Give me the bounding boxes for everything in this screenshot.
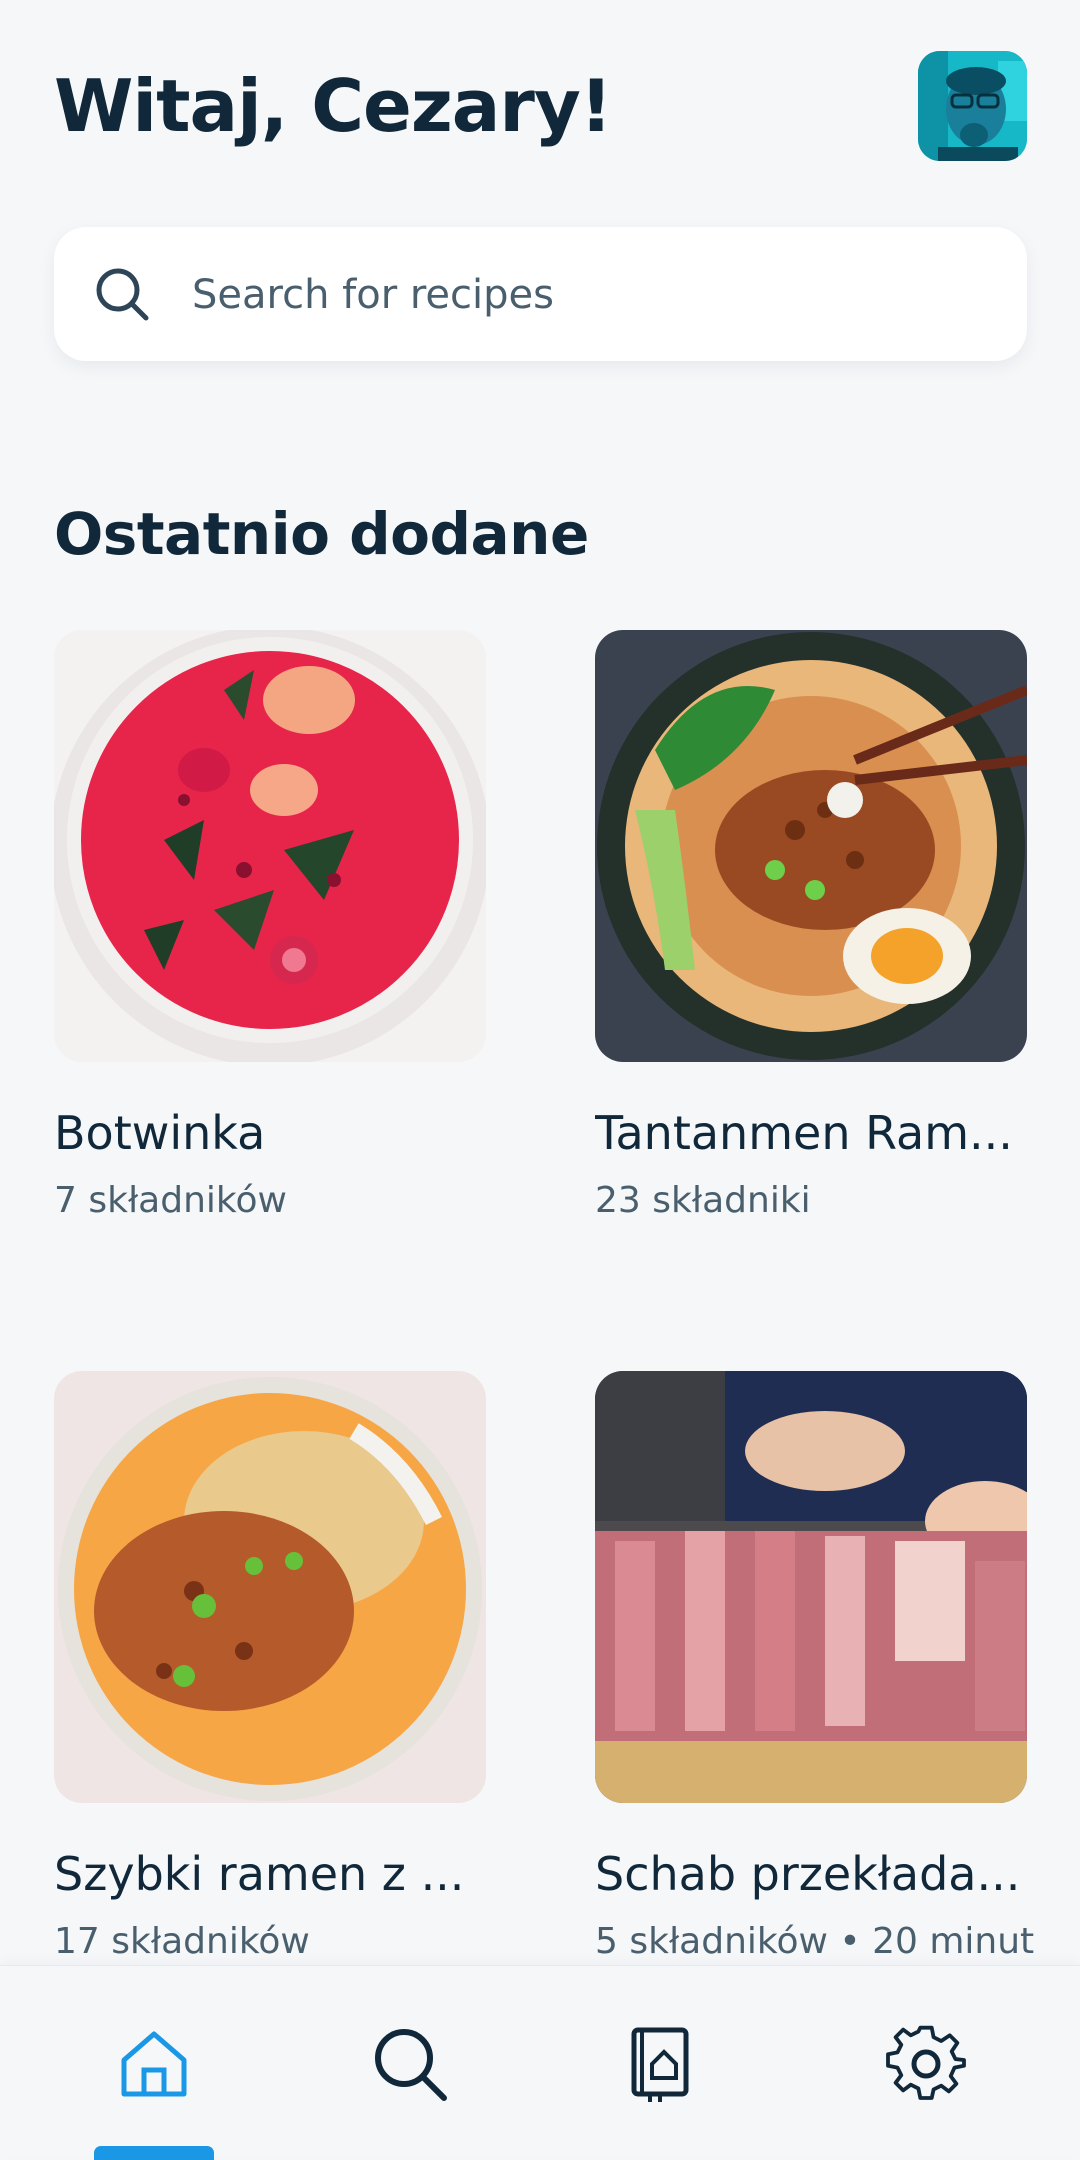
recipe-title: Botwinka	[54, 1106, 266, 1160]
search-icon	[375, 2029, 447, 2101]
recipe-image	[54, 630, 486, 1062]
nav-home[interactable]	[114, 2024, 194, 2104]
recipe-book-icon	[631, 2027, 689, 2102]
recipe-title: Schab przekłada...	[595, 1847, 1021, 1901]
active-tab-indicator	[94, 2146, 214, 2160]
search-input[interactable]	[190, 227, 974, 363]
recipe-meta: 7 składników	[54, 1180, 287, 1221]
recipe-title: Szybki ramen z ...	[54, 1847, 465, 1901]
recipe-card[interactable]: Tantanmen Ram... 23 składniki	[595, 630, 1027, 1221]
avatar[interactable]	[918, 51, 1027, 161]
nav-search[interactable]	[370, 2024, 450, 2104]
recipe-meta: 5 składników • 20 minut	[595, 1921, 1035, 1962]
recipe-card[interactable]: Botwinka 7 składników	[54, 630, 486, 1221]
greeting-title: Witaj, Cezary!	[54, 64, 613, 148]
recipe-title: Tantanmen Ram...	[595, 1106, 1013, 1160]
nav-settings[interactable]	[886, 2024, 966, 2104]
home-icon	[121, 2031, 187, 2097]
recipe-meta: 23 składniki	[595, 1180, 811, 1221]
recipe-image	[54, 1371, 486, 1803]
recipe-card[interactable]: Schab przekłada... 5 składników • 20 min…	[595, 1371, 1035, 1962]
gear-icon	[886, 2025, 966, 2100]
recipe-image	[595, 630, 1027, 1062]
bottom-navigation	[0, 1965, 1080, 2160]
section-title: Ostatnio dodane	[54, 500, 589, 568]
recipe-image	[595, 1371, 1027, 1803]
recipe-meta: 17 składników	[54, 1921, 310, 1962]
search-bar[interactable]	[54, 227, 1027, 363]
recipe-card[interactable]: Szybki ramen z ... 17 składników	[54, 1371, 486, 1962]
search-icon	[96, 268, 149, 321]
nav-recipes[interactable]	[620, 2024, 700, 2104]
